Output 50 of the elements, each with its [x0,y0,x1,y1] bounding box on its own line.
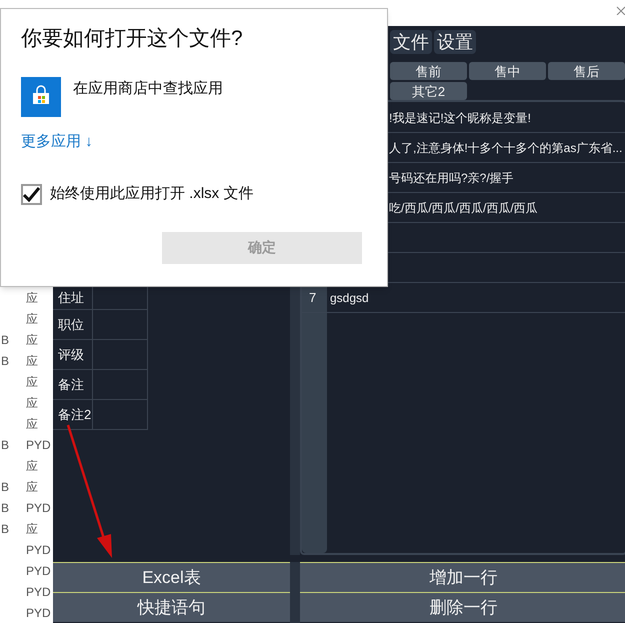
category-tab[interactable]: 其它2 [390,82,467,100]
close-icon[interactable] [616,6,625,15]
file-type: PYD [26,436,51,454]
action-button[interactable]: Excel表 [53,562,290,592]
checkbox-label: 始终使用此应用打开 .xlsx 文件 [50,184,254,204]
field-label: 备注2 [58,406,92,424]
row-number: 7 [309,290,316,305]
store-option[interactable]: 在应用商店中查找应用 [73,78,223,100]
file-type: 应 [26,374,38,390]
file-type: PYD [26,500,51,516]
file-type: PYD [26,604,51,622]
phrase-text[interactable]: 人了,注意身体!十多个十多个的第as广东省... [389,140,622,154]
file-type: 应 [26,332,38,348]
file-type: PYD [26,562,51,580]
file-size: B [1,522,10,536]
menu-button[interactable]: 文件 [390,30,432,54]
action-button[interactable]: 快捷语句 [53,592,290,622]
file-type: 应 [26,458,38,474]
file-type: 应 [26,416,38,432]
category-tab[interactable]: 售前 [390,62,467,80]
field-label: 住址 [58,289,84,308]
field-label: 职位 [58,316,84,334]
file-type: 应 [26,310,38,328]
file-type: PYD [26,584,51,600]
file-type: 应 [26,290,38,306]
dialog-title: 你要如何打开这个文件? [21,26,244,52]
phrase-text[interactable]: gsdgsd [330,290,369,304]
file-size: B [1,332,10,346]
phrase-text[interactable]: 号码还在用吗?亲?/握手 [389,170,514,184]
more-apps-link[interactable]: 更多应用 ↓ [21,130,93,153]
file-size: B [1,500,10,514]
file-type: 应 [26,520,38,538]
store-bag-icon [21,76,61,116]
file-type: PYD [26,542,51,558]
file-size: B [1,480,10,494]
menu-button[interactable]: 设置 [434,30,476,54]
action-button[interactable]: 增加一行 [300,562,625,592]
file-size: B [1,354,10,368]
category-tab[interactable]: 售后 [548,62,625,80]
phrase-text[interactable]: 吃/西瓜/西瓜/西瓜/西瓜/西瓜 [389,200,538,214]
checkbox[interactable] [21,184,42,205]
file-size: B [1,438,10,452]
file-type: 应 [26,352,38,370]
action-button[interactable]: 删除一行 [300,592,625,622]
field-label: 评级 [58,346,84,364]
category-tab[interactable]: 售中 [469,62,546,80]
file-type: 应 [26,478,38,496]
file-type: 应 [26,394,38,412]
phrase-text[interactable]: !我是速记!这个昵称是变量! [389,110,532,124]
field-label: 备注 [58,376,84,394]
